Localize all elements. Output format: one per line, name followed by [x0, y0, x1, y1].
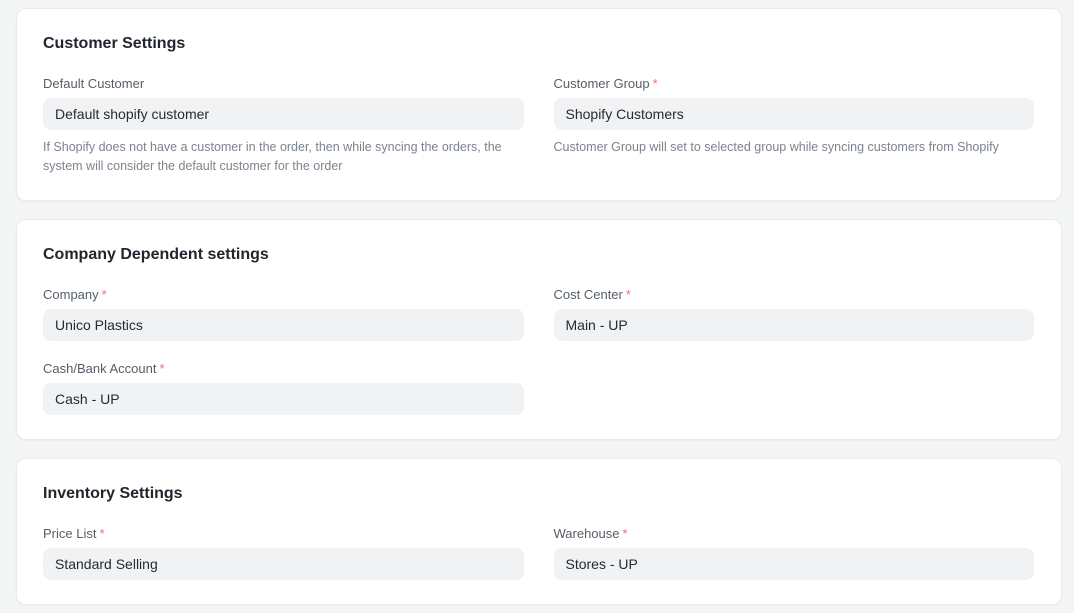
field-warehouse: Warehouse*: [554, 526, 1035, 580]
cash-bank-account-label: Cash/Bank Account*: [43, 361, 524, 377]
customer-group-label: Customer Group*: [554, 76, 1035, 92]
company-label: Company*: [43, 287, 524, 303]
warehouse-label: Warehouse*: [554, 526, 1035, 542]
field-company: Company*: [43, 287, 524, 341]
settings-page: Customer Settings Default Customer If Sh…: [0, 0, 1074, 605]
customer-group-input[interactable]: [554, 98, 1035, 130]
customer-settings-title: Customer Settings: [43, 34, 1034, 54]
default-customer-label: Default Customer: [43, 76, 524, 92]
price-list-label-text: Price List: [43, 526, 96, 541]
price-list-input[interactable]: [43, 548, 524, 580]
company-dependent-settings-fields: Company* Cost Center* Cash/Bank Account*: [43, 287, 1034, 415]
company-dependent-settings-title: Company Dependent settings: [43, 245, 1034, 265]
cash-bank-account-label-text: Cash/Bank Account: [43, 361, 156, 376]
customer-group-label-text: Customer Group: [554, 76, 650, 91]
inventory-settings-fields: Price List* Warehouse*: [43, 526, 1034, 580]
required-asterisk: *: [626, 287, 631, 302]
company-label-text: Company: [43, 287, 99, 302]
customer-settings-fields: Default Customer If Shopify does not hav…: [43, 76, 1034, 176]
field-default-customer: Default Customer If Shopify does not hav…: [43, 76, 524, 176]
required-asterisk: *: [653, 76, 658, 91]
cost-center-input[interactable]: [554, 309, 1035, 341]
field-customer-group: Customer Group* Customer Group will set …: [554, 76, 1035, 176]
cash-bank-account-input[interactable]: [43, 383, 524, 415]
price-list-label: Price List*: [43, 526, 524, 542]
warehouse-label-text: Warehouse: [554, 526, 620, 541]
field-cost-center: Cost Center*: [554, 287, 1035, 341]
cost-center-label-text: Cost Center: [554, 287, 623, 302]
warehouse-input[interactable]: [554, 548, 1035, 580]
customer-group-help-text: Customer Group will set to selected grou…: [554, 138, 1035, 157]
required-asterisk: *: [623, 526, 628, 541]
field-price-list: Price List*: [43, 526, 524, 580]
customer-settings-card: Customer Settings Default Customer If Sh…: [16, 8, 1062, 201]
company-dependent-settings-card: Company Dependent settings Company* Cost…: [16, 219, 1062, 440]
company-input[interactable]: [43, 309, 524, 341]
field-cash-bank-account: Cash/Bank Account*: [43, 361, 524, 415]
default-customer-input[interactable]: [43, 98, 524, 130]
default-customer-label-text: Default Customer: [43, 76, 144, 91]
cost-center-label: Cost Center*: [554, 287, 1035, 303]
inventory-settings-card: Inventory Settings Price List* Warehouse…: [16, 458, 1062, 605]
required-asterisk: *: [159, 361, 164, 376]
required-asterisk: *: [99, 526, 104, 541]
required-asterisk: *: [102, 287, 107, 302]
default-customer-help-text: If Shopify does not have a customer in t…: [43, 138, 524, 176]
inventory-settings-title: Inventory Settings: [43, 484, 1034, 504]
